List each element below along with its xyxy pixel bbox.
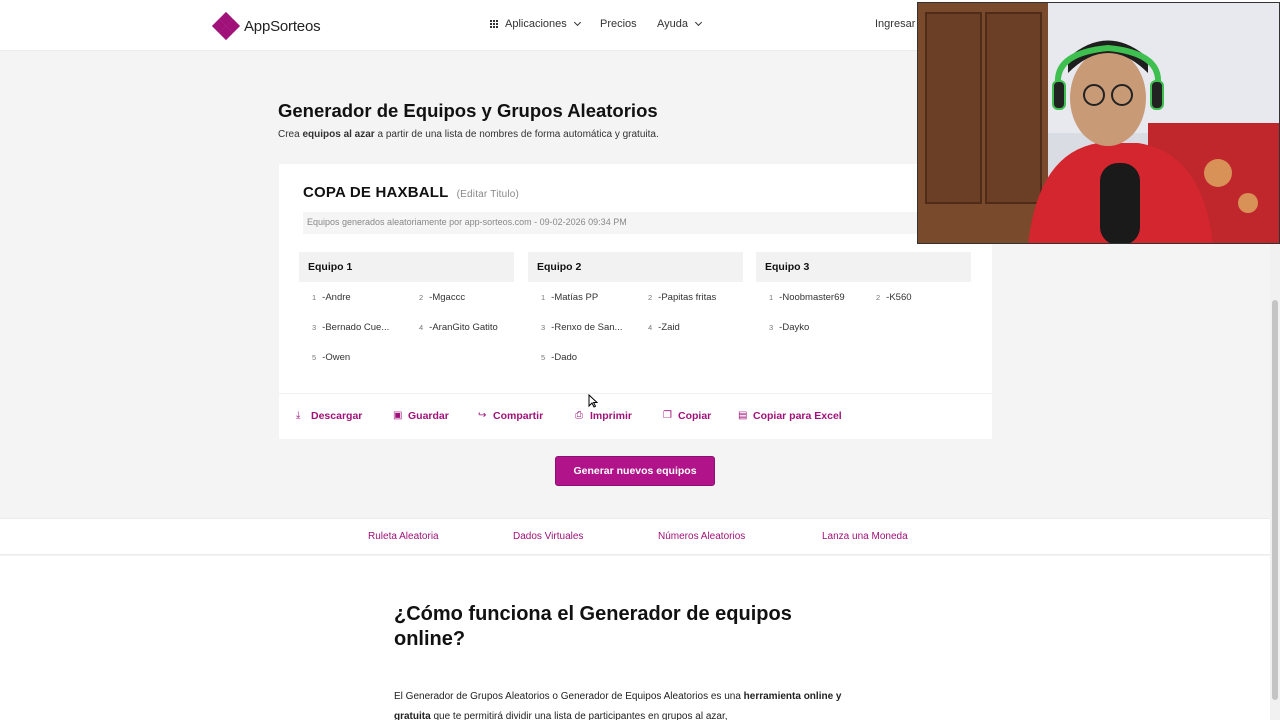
link-random-numbers[interactable]: Números Aleatorios — [658, 531, 745, 542]
team-member: 1 -Matías PP — [541, 292, 599, 303]
webcam-overlay — [917, 2, 1280, 244]
link-random-wheel[interactable]: Ruleta Aleatoria — [368, 531, 439, 542]
spreadsheet-icon: ▤ — [738, 410, 748, 421]
team-member: 1 -Andre — [312, 292, 351, 303]
chevron-down-icon — [573, 18, 581, 27]
team-member: 4 -Zaid — [648, 322, 680, 333]
nav-help-menu[interactable]: Ayuda — [657, 18, 703, 30]
edit-title-link[interactable]: (Editar Titulo) — [457, 189, 519, 200]
share-label: Compartir — [493, 410, 544, 422]
nav-help-label: Ayuda — [657, 18, 688, 30]
teams-result-card: COPA DE HAXBALL (Editar Titulo) Equipos … — [279, 164, 992, 439]
team-member: 2 -K560 — [876, 292, 912, 303]
save-icon: ▣ — [393, 410, 403, 421]
team-member: 2 -Papitas fritas — [648, 292, 717, 303]
brand-name: AppSorteos — [244, 17, 321, 35]
copy-icon: ❐ — [663, 410, 672, 421]
team-member: 4 -AranGito Gatito — [419, 322, 498, 333]
team-member: 3 -Bernado Cue... — [312, 322, 390, 333]
page-subtitle: Crea equipos al azar a partir de una lis… — [278, 129, 659, 140]
nav-login-label: Ingresar — [875, 18, 916, 30]
nav-apps-menu[interactable]: Aplicaciones — [490, 18, 581, 30]
link-virtual-dice[interactable]: Dados Virtuales — [513, 531, 583, 542]
team-member: 5 -Owen — [312, 352, 351, 363]
logo-icon — [211, 11, 241, 41]
save-label: Guardar — [408, 410, 449, 422]
share-button[interactable]: ↪ Compartir — [478, 410, 543, 422]
team-name: Equipo 1 — [299, 252, 514, 282]
download-button[interactable]: ⤓ Descargar — [296, 410, 362, 422]
print-icon: ⎙ — [575, 410, 583, 421]
card-title: COPA DE HAXBALL (Editar Titulo) — [303, 184, 519, 201]
nav-apps-label: Aplicaciones — [505, 18, 567, 30]
copy-excel-button[interactable]: ▤ Copiar para Excel — [738, 410, 842, 422]
divider — [279, 393, 992, 394]
event-title: COPA DE HAXBALL — [303, 184, 449, 201]
save-button[interactable]: ▣ Guardar — [393, 410, 449, 422]
team-member: 1 -Noobmaster69 — [769, 292, 845, 303]
mouse-cursor-icon — [588, 394, 598, 408]
scrollbar-thumb[interactable] — [1272, 300, 1278, 700]
how-it-works-section: ¿Cómo funciona el Generador de equipos o… — [0, 556, 1280, 720]
team-member: 2 -Mgaccc — [419, 292, 466, 303]
share-icon: ↪ — [478, 410, 487, 421]
copy-label: Copiar — [678, 410, 712, 422]
chevron-down-icon — [694, 18, 703, 27]
team-member: 5 -Dado — [541, 352, 578, 363]
generate-new-teams-button[interactable]: Generar nuevos equipos — [555, 456, 715, 486]
webcam-image — [918, 3, 1279, 243]
team-column: Equipo 2 1 -Matías PP 2 -Papitas fritas 3-… — [528, 252, 743, 392]
copy-button[interactable]: ❐ Copiar — [663, 410, 711, 422]
nav-pricing-label: Precios — [600, 18, 637, 30]
how-it-works-title: ¿Cómo funciona el Generador de equipos o… — [394, 603, 792, 650]
copy-excel-label: Copiar para Excel — [753, 410, 842, 422]
team-name: Equipo 3 — [756, 252, 971, 282]
generated-note: Equipos generados aleatoriamente por app… — [303, 212, 983, 234]
print-button[interactable]: ⎙ Imprimir — [575, 410, 632, 422]
print-label: Imprimir — [590, 410, 633, 422]
team-name: Equipo 2 — [528, 252, 743, 282]
nav-pricing-link[interactable]: Precios — [600, 18, 637, 30]
download-icon: ⤓ — [296, 410, 301, 421]
related-tools-strip: Ruleta Aleatoria Dados Virtuales Números… — [0, 518, 1280, 555]
link-coin-flip[interactable]: Lanza una Moneda — [822, 531, 908, 542]
team-column: Equipo 3 1 -Noobmaster69 2 -K560 3 -Dayko — [756, 252, 971, 392]
download-label: Descargar — [311, 410, 363, 422]
page-title: Generador de Equipos y Grupos Aleatorios — [278, 100, 658, 121]
nav-login-link[interactable]: Ingresar — [875, 18, 915, 30]
team-member: 3 -Dayko — [769, 322, 810, 333]
apps-grid-icon — [490, 19, 499, 29]
team-column: Equipo 1 1 -Andre 2 -Mgaccc 3 -Bernado Cue.… — [299, 252, 514, 392]
how-it-works-paragraph: El Generador de Grupos Aleatorios o Gene… — [394, 691, 842, 720]
team-member: 3 -Renxo de San... — [541, 322, 623, 333]
brand-logo[interactable]: AppSorteos — [211, 11, 321, 41]
